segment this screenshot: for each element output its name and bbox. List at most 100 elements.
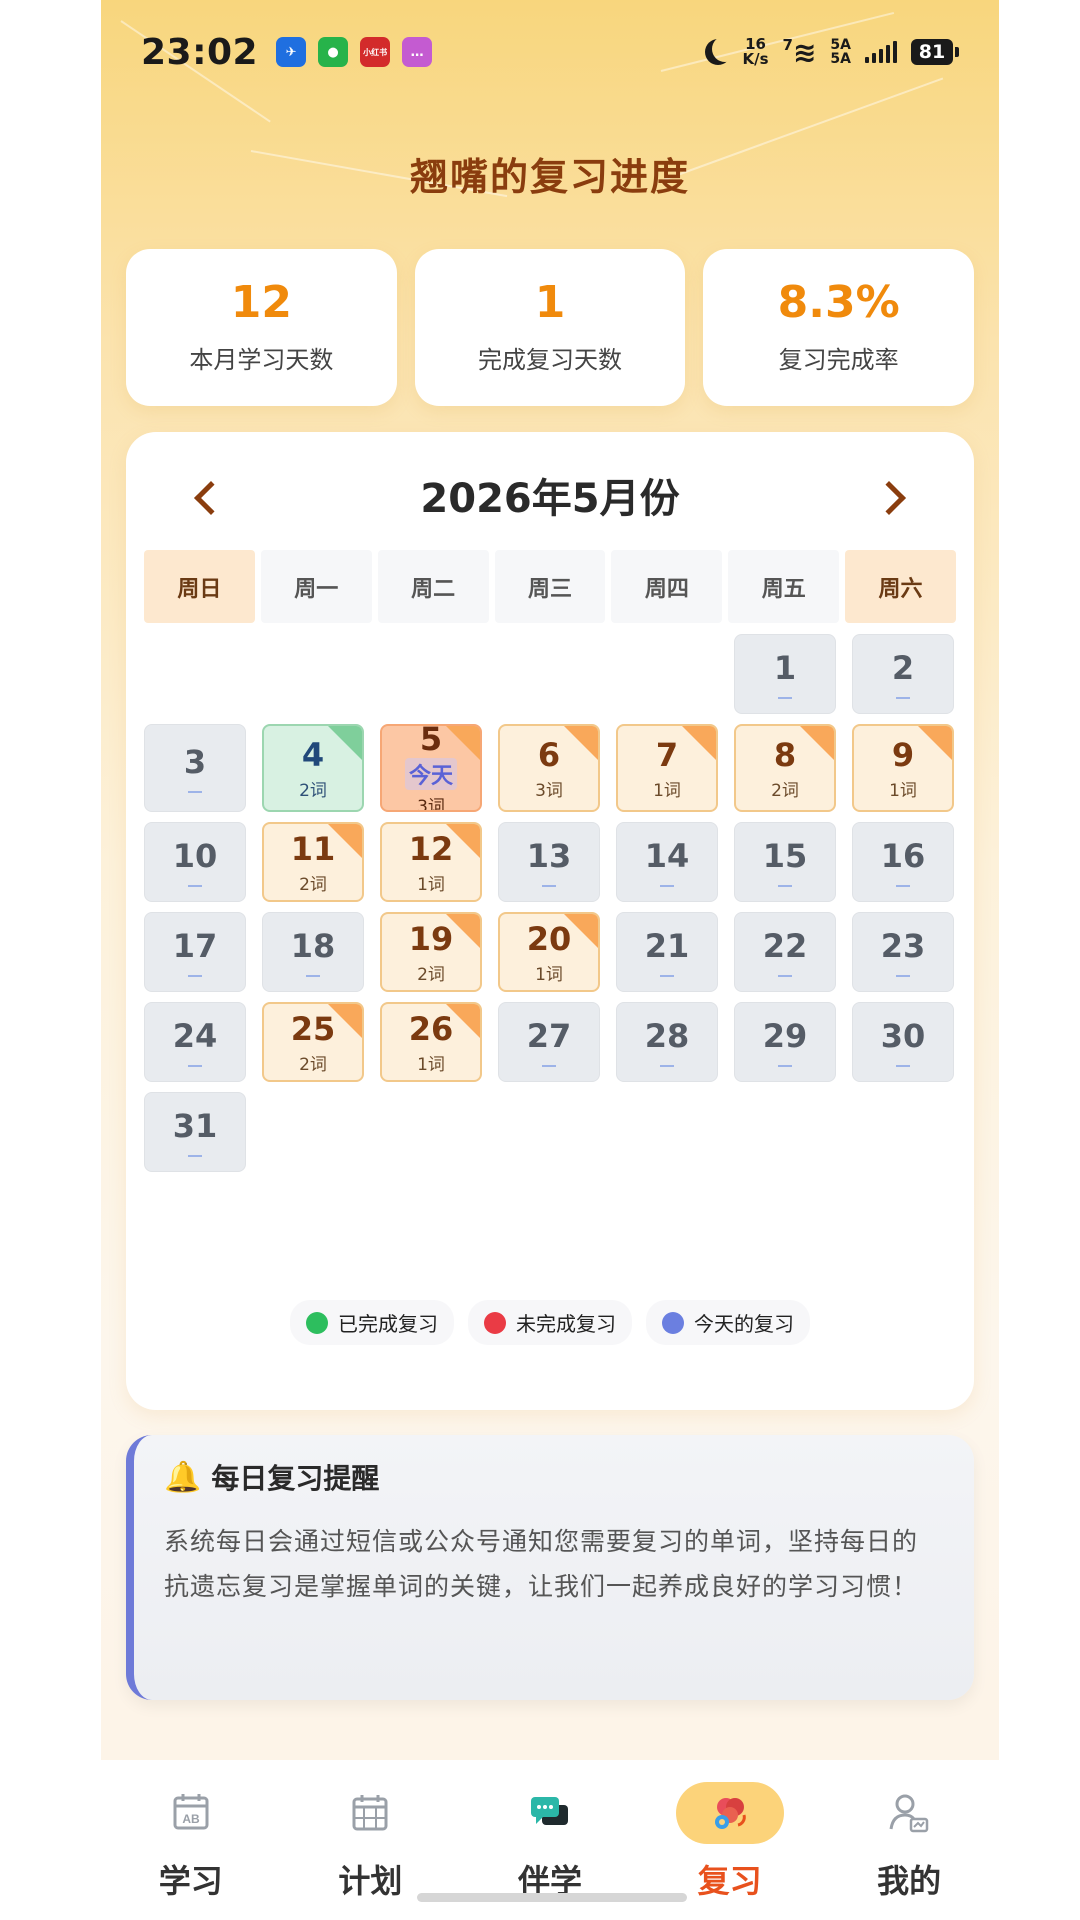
no-review-dash (896, 885, 910, 887)
calendar-day-20[interactable]: 20 1词 (498, 912, 600, 992)
no-review-dash (188, 1155, 202, 1157)
weekday-wed: 周三 (494, 550, 606, 623)
no-review-dash (188, 975, 202, 977)
calendar-day-27[interactable]: 27 (498, 1002, 600, 1082)
calendar-day-3[interactable]: 3 (144, 724, 246, 812)
no-review-dash (778, 885, 792, 887)
feishu-icon: ✈ (276, 37, 307, 67)
weekday-thu: 周四 (611, 550, 723, 623)
day-number: 28 (644, 1017, 690, 1055)
calendar-day-10[interactable]: 10 (144, 822, 246, 902)
calendar-day-30[interactable]: 30 (852, 1002, 954, 1082)
calendar-day-25[interactable]: 25 2词 (262, 1002, 364, 1082)
word-count: 2词 (771, 780, 799, 801)
next-month-button[interactable] (866, 470, 922, 526)
calendar-day-29[interactable]: 29 (734, 1002, 836, 1082)
day-number: 4 (301, 735, 325, 774)
app-screen: 23:02 ✈ ● 小红书 … 16 K/s 7≋ 5A 5A 81 翘嘴的复习… (101, 0, 999, 1920)
word-count: 3词 (535, 780, 563, 801)
calendar-day-22[interactable]: 22 (734, 912, 836, 992)
no-review-dash (542, 885, 556, 887)
calendar-day-4[interactable]: 4 2词 (262, 724, 364, 812)
calendar-day-5[interactable]: 5 今天 3词 (380, 724, 482, 812)
day-number: 23 (880, 927, 926, 965)
calendar-day-9[interactable]: 9 1词 (852, 724, 954, 812)
status-time: 23:02 (141, 31, 259, 73)
chat-icon (530, 1797, 568, 1825)
stat-value: 1 (534, 277, 566, 328)
day-number: 16 (880, 837, 926, 875)
nav-label: 我的 (877, 1862, 942, 1900)
review-corner-marker (564, 914, 598, 948)
calendar-day-18[interactable]: 18 (262, 912, 364, 992)
svg-text:AB: AB (182, 1812, 200, 1826)
stat-value: 8.3% (777, 277, 900, 328)
calendar-day-17[interactable]: 17 (144, 912, 246, 992)
wechat-icon: ● (318, 37, 349, 67)
no-review-dash (896, 1065, 910, 1067)
wifi-label: 7 (782, 35, 793, 54)
calendar-day-6[interactable]: 6 3词 (498, 724, 600, 812)
calendar-day-1[interactable]: 1 (734, 634, 836, 714)
no-review-dash (542, 1065, 556, 1067)
chevron-left-icon (194, 481, 228, 515)
calendar-day-15[interactable]: 15 (734, 822, 836, 902)
chevron-right-icon (872, 481, 906, 515)
prev-month-button[interactable] (178, 470, 234, 526)
stats-row: 12 本月学习天数 1 完成复习天数 8.3% 复习完成率 (126, 249, 975, 406)
day-number: 10 (172, 837, 218, 875)
calendar-day-8[interactable]: 8 2词 (734, 724, 836, 812)
review-corner-marker (446, 824, 480, 858)
calendar-day-empty (262, 634, 364, 714)
day-number: 3 (183, 743, 207, 781)
calendar-day-empty (144, 634, 246, 714)
calendar-day-11[interactable]: 11 2词 (262, 822, 364, 902)
calendar-day-23[interactable]: 23 (852, 912, 954, 992)
calendar-day-19[interactable]: 19 2词 (380, 912, 482, 992)
weekday-fri: 周五 (728, 550, 840, 623)
weekday-header: 周日 周一 周二 周三 周四 周五 周六 (144, 550, 956, 623)
calendar-day-13[interactable]: 13 (498, 822, 600, 902)
nav-icon-wrap (316, 1782, 424, 1844)
legend-dot-completed (306, 1311, 328, 1334)
day-number: 30 (880, 1017, 926, 1055)
legend-label: 今天的复习 (694, 1312, 794, 1336)
legend-dot-today (662, 1311, 684, 1334)
battery-icon: 81 (911, 39, 959, 65)
calendar-day-31[interactable]: 31 (144, 1092, 246, 1172)
calendar-day-26[interactable]: 26 1词 (380, 1002, 482, 1082)
calendar-day-28[interactable]: 28 (616, 1002, 718, 1082)
no-review-dash (188, 791, 202, 793)
review-corner-marker (682, 726, 716, 760)
stat-card-completion-rate: 8.3% 复习完成率 (703, 249, 975, 406)
no-review-dash (778, 697, 792, 699)
wifi-icon: 7≋ (782, 35, 817, 69)
calendar-day-2[interactable]: 2 (852, 634, 954, 714)
nav-label: 复习 (697, 1862, 762, 1900)
profile-icon (889, 1794, 929, 1833)
signal-icon (865, 41, 897, 63)
home-indicator[interactable] (417, 1893, 687, 1902)
day-number: 24 (172, 1017, 218, 1055)
calendar-day-24[interactable]: 24 (144, 1002, 246, 1082)
calendar-day-16[interactable]: 16 (852, 822, 954, 902)
stat-value: 12 (230, 277, 292, 328)
calendar-day-7[interactable]: 7 1词 (616, 724, 718, 812)
legend-today: 今天的复习 (646, 1300, 810, 1345)
signal-label: 5A 5A (830, 38, 851, 66)
day-number: 22 (762, 927, 808, 965)
nav-tab-profile[interactable]: 我的 (839, 1760, 979, 1920)
nav-tab-study[interactable]: AB 学习 (121, 1760, 261, 1920)
stat-label: 完成复习天数 (478, 346, 622, 374)
calendar-day-14[interactable]: 14 (616, 822, 718, 902)
day-number: 15 (762, 837, 808, 875)
calendar-day-12[interactable]: 12 1词 (380, 822, 482, 902)
no-review-dash (896, 975, 910, 977)
calendar-day-21[interactable]: 21 (616, 912, 718, 992)
nav-icon-wrap (855, 1782, 963, 1844)
day-number: 21 (644, 927, 690, 965)
no-review-dash (188, 1065, 202, 1067)
review-corner-marker (328, 726, 362, 760)
day-number: 6 (537, 735, 561, 774)
review-corner-marker (446, 914, 480, 948)
